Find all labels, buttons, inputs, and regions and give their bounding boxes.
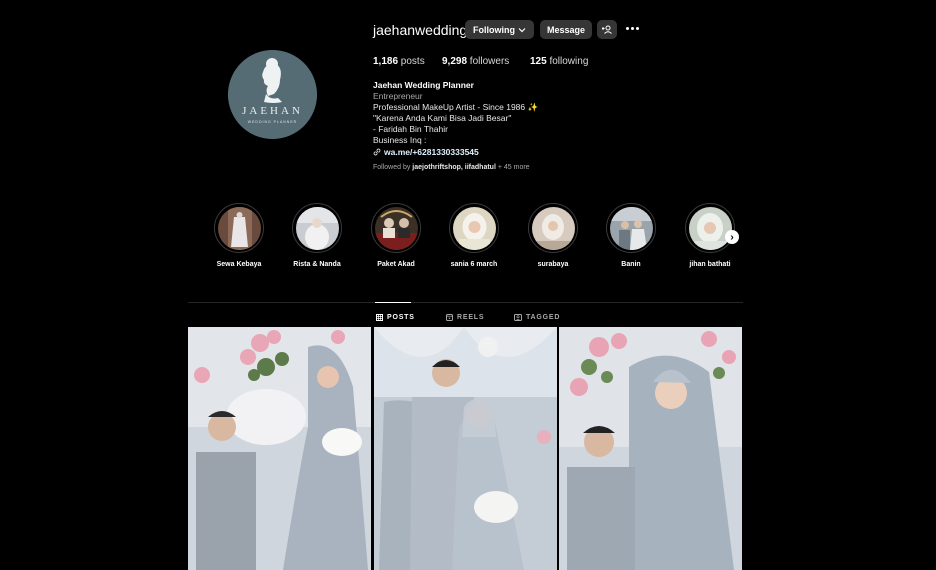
following-count[interactable]: 125 following [530, 56, 588, 67]
highlight-sewa-kebaya[interactable]: Sewa Kebaya [213, 203, 265, 268]
tag-icon [514, 314, 522, 321]
more-dot-icon [630, 26, 634, 30]
profile-username: jaehanwedding [373, 22, 468, 38]
suggest-user-button[interactable] [597, 20, 617, 39]
post-tile[interactable] [188, 327, 371, 570]
more-dot-icon [635, 26, 639, 30]
bio-line: Business Inq : [373, 135, 427, 146]
highlight-label: jihan bathati [689, 261, 731, 268]
highlight-jihan-bathati[interactable]: jihan bathati [684, 203, 736, 268]
more-options-button[interactable] [624, 19, 640, 37]
grid-icon [376, 314, 383, 321]
following-label: Following [473, 24, 515, 35]
avatar-brand: JAEHAN [242, 105, 303, 117]
tab-posts[interactable]: POSTS [376, 314, 415, 321]
tab-tagged[interactable]: TAGGED [514, 314, 560, 321]
bio-line: Professional MakeUp Artist - Since 1986 … [373, 102, 539, 113]
bio-name: Jaehan Wedding Planner [373, 80, 474, 90]
highlight-rista-nanda[interactable]: Rista & Nanda [291, 203, 343, 268]
highlight-banin[interactable]: Banin [605, 203, 657, 268]
profile-avatar[interactable]: JAEHAN WEDDING PLANNER [228, 50, 317, 139]
followers-count[interactable]: 9,298 followers [442, 56, 509, 67]
highlights-next-button[interactable]: › [725, 230, 739, 244]
add-user-icon [601, 25, 612, 34]
posts-count: 1,186 posts [373, 56, 425, 67]
bio-line: "Karena Anda Kami Bisa Jadi Besar" [373, 113, 512, 124]
link-icon [373, 148, 381, 156]
bio-line: - Faridah Bin Thahir [373, 124, 448, 135]
bio-link[interactable]: wa.me/+6281330333545 [373, 147, 633, 158]
tabs-divider [188, 302, 743, 303]
bio-category: Entrepreneur [373, 91, 423, 102]
reels-icon [446, 314, 453, 321]
highlight-sania-6-march[interactable]: sania 6 march [448, 203, 500, 268]
highlight-surabaya[interactable]: surabaya [527, 203, 579, 268]
post-tile[interactable] [559, 327, 742, 570]
profile-bio: Jaehan Wedding Planner Entrepreneur Prof… [373, 80, 633, 158]
post-tile[interactable] [374, 327, 557, 570]
more-dot-icon [625, 26, 629, 30]
following-button[interactable]: Following [465, 20, 534, 39]
tab-reels[interactable]: REELS [446, 314, 484, 321]
avatar-tagline: WEDDING PLANNER [247, 120, 298, 124]
active-tab-indicator [375, 302, 411, 303]
followed-by[interactable]: Followed by jaejothriftshop, iifadhatul … [373, 164, 530, 171]
chevron-right-icon: › [730, 231, 734, 243]
message-button[interactable]: Message [540, 20, 592, 39]
chevron-down-icon [518, 27, 526, 32]
highlight-paket-akad[interactable]: Paket Akad [370, 203, 422, 268]
